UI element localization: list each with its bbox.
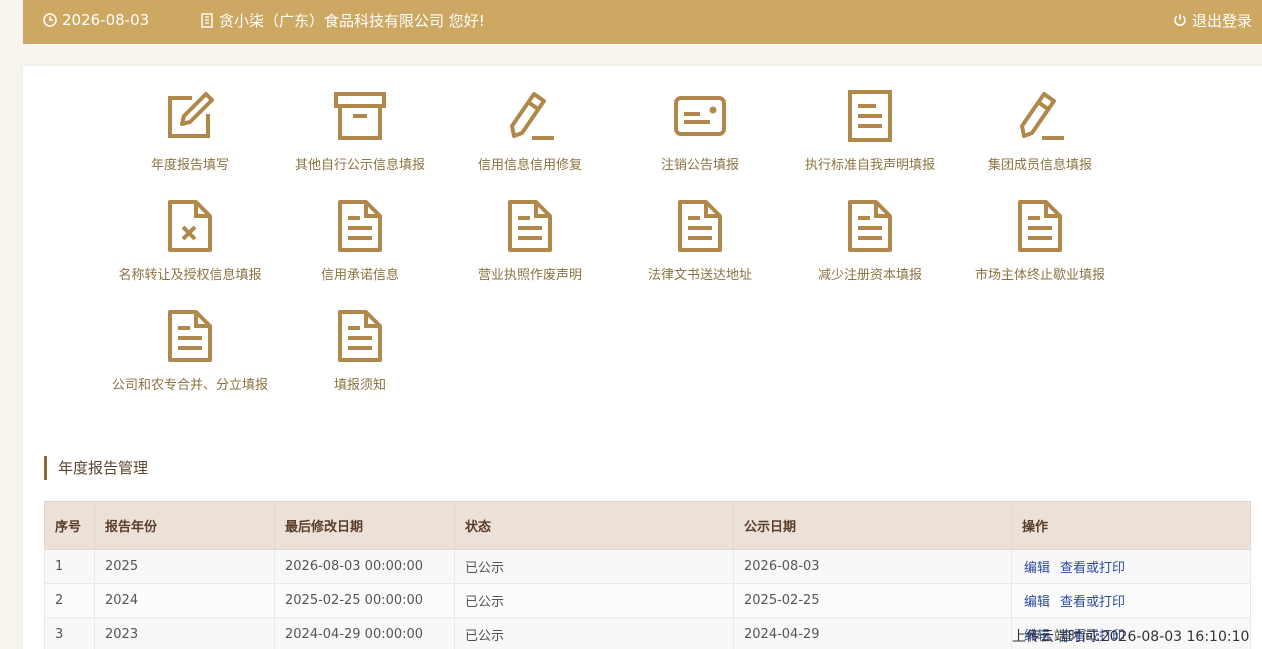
document-lines-icon [332,198,388,254]
main-card: 年度报告填写 其他自行公示信息填报 信用信息信用修复 注销公告填报 执行标准自我声明填报… [23,66,1262,649]
section-title: 年度报告管理 [44,456,148,480]
view-print-link[interactable]: 查看或打印 [1060,595,1125,610]
row-published: 2026-08-03 [733,549,1012,584]
document-x-icon [162,198,218,254]
document-lines-icon [332,308,388,364]
menu-tile[interactable]: 名称转让及授权信息填报 [105,176,275,283]
menu-tile[interactable]: 集团成员信息填报 [955,66,1125,173]
row-published: 2024-04-29 [733,617,1012,649]
menu-tile[interactable]: 公司和农专合并、分立填报 [105,286,275,393]
clock-icon [43,13,57,27]
current-date: 2026-08-03 [62,11,150,29]
menu-tile-label: 信用承诺信息 [320,268,399,283]
menu-tile[interactable]: 信用信息信用修复 [445,66,615,173]
greeting: 贪小柒（广东）食品科技有限公司 您好! [200,0,485,40]
edit-link[interactable]: 编辑 [1024,595,1050,610]
menu-tile[interactable]: 注销公告填报 [615,66,785,173]
menu-tile-label: 公司和农专合并、分立填报 [111,378,268,393]
table-header-row: 序号 报告年份 最后修改日期 状态 公示日期 操作 [44,501,1251,550]
menu-tile-label: 信用信息信用修复 [477,158,582,173]
edit-link[interactable]: 编辑 [1024,561,1050,576]
menu-tile-label: 其他自行公示信息填报 [294,158,425,173]
row-no: 3 [44,617,95,649]
row-status: 已公示 [454,617,734,649]
menu-tile-label: 填报须知 [333,378,386,393]
edit-icon [162,88,218,144]
menu-tile[interactable]: 其他自行公示信息填报 [275,66,445,173]
document-lines-icon [672,198,728,254]
menu-tile[interactable]: 年度报告填写 [105,66,275,173]
document-lines-icon [502,198,558,254]
date-display: 2026-08-03 [43,0,149,40]
row-actions: 编辑 查看或打印 [1011,549,1251,584]
row-year: 2025 [94,549,275,584]
row-year: 2024 [94,583,275,618]
menu-tile-label: 市场主体终止歇业填报 [974,268,1105,283]
row-no: 1 [44,549,95,584]
document-lines-icon [162,308,218,364]
col-header-no: 序号 [44,501,95,550]
row-modified: 2025-02-25 00:00:00 [274,583,455,618]
menu-tile[interactable]: 执行标准自我声明填报 [785,66,955,173]
row-actions: 编辑 查看或打印 [1011,583,1251,618]
menu-tile-label: 营业执照作废声明 [477,268,582,283]
menu-tile[interactable]: 营业执照作废声明 [445,176,615,283]
logout-button[interactable]: 退出登录 [1173,0,1252,40]
menu-tile-label: 名称转让及授权信息填报 [118,268,262,283]
table-row: 1 2025 2026-08-03 00:00:00 已公示 2026-08-03 编辑查… [44,549,1251,584]
building-icon [201,12,213,28]
row-status: 已公示 [454,549,734,584]
menu-tile[interactable]: 填报须知 [275,286,445,393]
menu-tile[interactable]: 市场主体终止歇业填报 [955,176,1125,283]
col-header-actions: 操作 [1011,501,1251,550]
table-row: 2 2024 2025-02-25 00:00:00 已公示 2025-02-25 编辑查… [44,583,1251,618]
view-print-link[interactable]: 查看或打印 [1060,561,1125,576]
col-header-status: 状态 [454,501,734,550]
menu-tile-label: 年度报告填写 [150,158,229,173]
card-icon [672,88,728,144]
top-bar: 2026-08-03 贪小柒（广东）食品科技有限公司 您好! 退出登录 [23,0,1262,44]
row-status: 已公示 [454,583,734,618]
menu-tile[interactable]: 法律文书送达地址 [615,176,785,283]
row-published: 2025-02-25 [733,583,1012,618]
document-lines-icon [1012,198,1068,254]
row-no: 2 [44,583,95,618]
col-header-modified: 最后修改日期 [274,501,455,550]
pencil-icon [502,88,558,144]
document-icon [842,88,898,144]
company-greeting: 贪小柒（广东）食品科技有限公司 您好! [219,11,485,30]
upload-timestamp: 上传云端时间:2026-08-03 16:10:10 [1012,629,1250,645]
col-header-year: 报告年份 [94,501,275,550]
document-lines-icon [842,198,898,254]
menu-tile[interactable]: 减少注册资本填报 [785,176,955,283]
menu-tile[interactable]: 信用承诺信息 [275,176,445,283]
menu-tile-label: 集团成员信息填报 [987,158,1092,173]
row-modified: 2026-08-03 00:00:00 [274,549,455,584]
logout-label: 退出登录 [1191,11,1252,30]
row-year: 2023 [94,617,275,649]
row-modified: 2024-04-29 00:00:00 [274,617,455,649]
menu-tile-label: 执行标准自我声明填报 [804,158,935,173]
menu-tile-label: 注销公告填报 [660,158,739,173]
col-header-published: 公示日期 [733,501,1012,550]
archive-box-icon [332,88,388,144]
pencil-icon [1012,88,1068,144]
menu-tile-label: 法律文书送达地址 [647,268,752,283]
power-icon [1174,14,1186,26]
menu-tile-label: 减少注册资本填报 [817,268,922,283]
